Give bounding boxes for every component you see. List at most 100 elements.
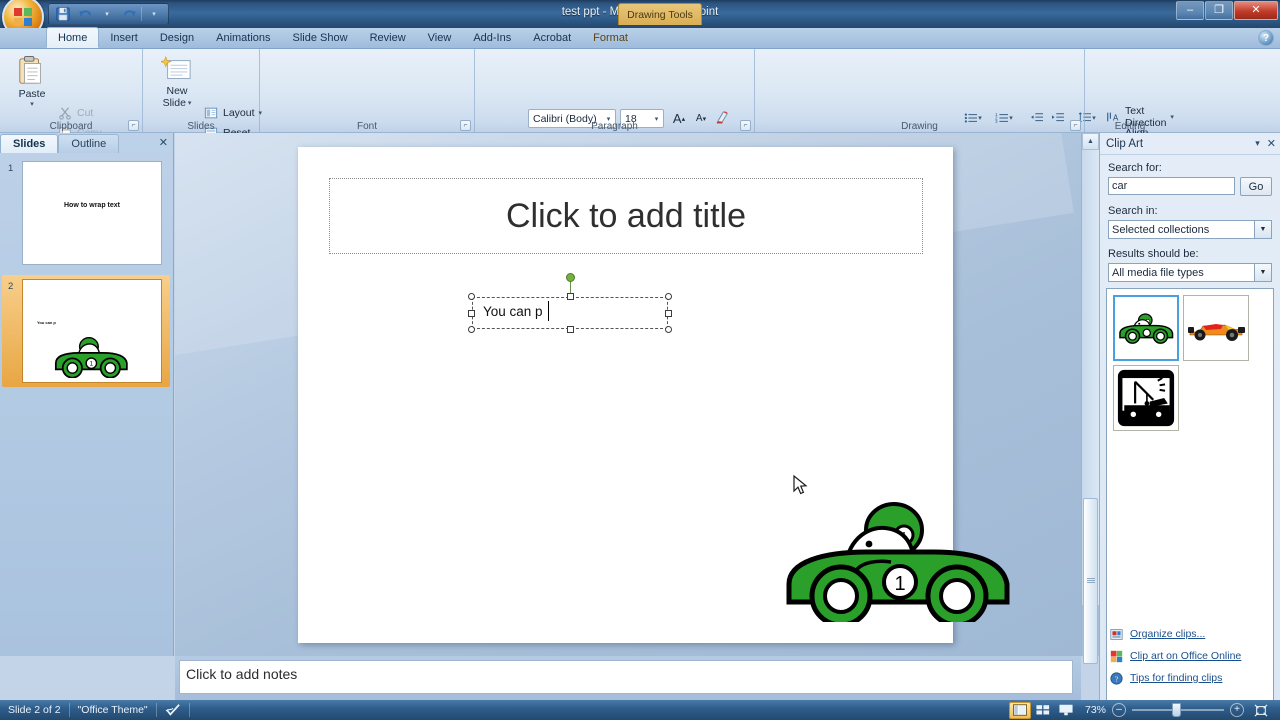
new-slide-button[interactable]: New Slide ▾ [153, 55, 201, 109]
tips-for-finding-clips-link[interactable]: ? Tips for finding clips [1108, 670, 1278, 686]
office-online-icon [1108, 648, 1124, 664]
clip-art-title: Clip Art [1106, 137, 1144, 150]
search-input[interactable]: car [1108, 177, 1235, 195]
customize-quick-access-icon[interactable]: ▾ [144, 5, 164, 23]
resize-handle-se[interactable] [665, 326, 672, 333]
tab-outline-view[interactable]: Outline [58, 134, 120, 153]
scrollbar-thumb[interactable] [1083, 498, 1098, 664]
slide-canvas[interactable]: Click to add title You can p 1 [298, 147, 1010, 643]
normal-view-button[interactable] [1008, 701, 1031, 719]
undo-icon[interactable] [75, 5, 95, 23]
go-button[interactable]: Go [1240, 177, 1272, 196]
slide-show-button[interactable] [1055, 702, 1077, 719]
zoom-out-button[interactable]: – [1112, 703, 1126, 717]
tab-slide-show[interactable]: Slide Show [282, 27, 359, 48]
resize-handle-sw[interactable] [468, 326, 475, 333]
slide-thumbnail-2[interactable]: 2 You can p 1 [2, 275, 170, 387]
close-pane-icon[interactable]: ✕ [159, 136, 168, 149]
resize-handle-w[interactable] [468, 310, 475, 317]
title-placeholder-text: Click to add title [506, 196, 746, 235]
clip-result-tow-truck[interactable] [1113, 365, 1179, 431]
drawing-dialog-launcher[interactable]: ⌐ [1070, 120, 1081, 131]
notes-placeholder-text: Click to add notes [186, 666, 298, 682]
tab-home[interactable]: Home [46, 27, 100, 48]
resize-handle-e[interactable] [665, 310, 672, 317]
paste-dropdown-icon[interactable]: ▾ [30, 100, 34, 108]
clip-result-orange-formula-car[interactable] [1183, 295, 1249, 361]
help-icon[interactable]: ? [1258, 30, 1274, 46]
new-slide-label-2: Slide [162, 97, 186, 109]
resize-handle-s[interactable] [567, 326, 574, 333]
paragraph-group-title: Paragraph [591, 121, 638, 132]
selected-text-box[interactable]: You can p [468, 273, 672, 333]
new-slide-dropdown-icon[interactable]: ▾ [188, 99, 192, 107]
spellcheck-status-icon[interactable] [157, 700, 189, 720]
results-should-be-label: Results should be: [1108, 248, 1199, 260]
status-bar: Slide 2 of 2 "Office Theme" 73% – + [0, 700, 1280, 720]
slide-editing-area: Click to add title You can p 1 [175, 133, 1099, 656]
theme-status[interactable]: "Office Theme" [70, 700, 156, 720]
results-type-select[interactable]: All media file types ▼ [1108, 263, 1272, 282]
tips-label: Tips for finding clips [1130, 672, 1223, 684]
clip-art-header: Clip Art ▾ ✕ [1100, 133, 1280, 155]
zoom-in-button[interactable]: + [1230, 703, 1244, 717]
slide-sorter-button[interactable] [1032, 702, 1054, 719]
minimize-button[interactable]: – [1176, 1, 1204, 20]
slide-number-1: 1 [8, 163, 14, 174]
paragraph-dialog-launcher[interactable]: ⌐ [740, 120, 751, 131]
search-in-label: Search in: [1108, 205, 1158, 217]
title-bar: ▾ ▾ test ppt - Microsoft PowerPoint Draw… [0, 0, 1280, 38]
paste-button[interactable]: Paste ▾ [8, 55, 56, 108]
zoom-slider-thumb[interactable] [1172, 703, 1181, 717]
resize-handle-n[interactable] [567, 293, 574, 300]
tab-view[interactable]: View [417, 27, 463, 48]
tips-icon: ? [1108, 670, 1124, 686]
slide-thumbnail-image-2: You can p 1 [22, 279, 162, 383]
clip-result-green-race-car[interactable] [1113, 295, 1179, 361]
search-in-select[interactable]: Selected collections ▼ [1108, 220, 1272, 239]
save-icon[interactable] [53, 5, 73, 23]
view-buttons [1008, 701, 1077, 719]
notes-placeholder[interactable]: Click to add notes [179, 660, 1073, 694]
ribbon-group-clipboard: Paste ▾ Cut Clipboard ⌐ [0, 49, 143, 169]
fit-slide-to-window-button[interactable] [1250, 702, 1272, 719]
clip-art-task-pane: Clip Art ▾ ✕ Search for: car Go Search i… [1099, 133, 1280, 720]
scrollbar-track[interactable] [1082, 150, 1099, 664]
organize-clips-link[interactable]: Organize clips... [1108, 626, 1278, 642]
svg-text:?: ? [1114, 674, 1117, 683]
tab-add-ins[interactable]: Add-Ins [462, 27, 522, 48]
clip-art-office-online-link[interactable]: Clip art on Office Online [1108, 648, 1278, 664]
layout-button[interactable]: Layout ▾ [203, 105, 262, 121]
rotation-handle[interactable] [566, 273, 575, 282]
tab-animations[interactable]: Animations [205, 27, 281, 48]
redo-icon[interactable] [119, 5, 139, 23]
close-task-pane-icon[interactable]: ✕ [1267, 137, 1276, 150]
zoom-slider[interactable] [1132, 703, 1224, 717]
tab-slides-thumbnails[interactable]: Slides [0, 134, 59, 153]
slide-vertical-scrollbar[interactable]: ▲ ▼ ⬆ ⬇ [1081, 133, 1099, 664]
search-in-dropdown-icon[interactable]: ▼ [1254, 221, 1271, 238]
title-placeholder[interactable]: Click to add title [329, 178, 923, 254]
maximize-button[interactable]: ❐ [1205, 1, 1233, 20]
font-dialog-launcher[interactable]: ⌐ [460, 120, 471, 131]
tab-design[interactable]: Design [149, 27, 205, 48]
resize-handle-nw[interactable] [468, 293, 475, 300]
tab-acrobat[interactable]: Acrobat [522, 27, 582, 48]
task-pane-menu-icon[interactable]: ▾ [1255, 138, 1260, 149]
close-button[interactable]: ✕ [1234, 1, 1278, 20]
tab-insert[interactable]: Insert [99, 27, 149, 48]
slide-1-title-text: How to wrap text [63, 202, 120, 209]
clipboard-dialog-launcher[interactable]: ⌐ [128, 120, 139, 131]
ribbon-group-drawing: A ▲ ▼ ≡ [755, 49, 1085, 133]
slide-thumbnail-1[interactable]: 1 How to wrap text [2, 157, 170, 269]
resize-handle-ne[interactable] [665, 293, 672, 300]
tab-format[interactable]: Format [582, 27, 639, 48]
race-car-clipart[interactable]: 1 1 [781, 502, 1013, 622]
cut-button[interactable]: Cut [57, 105, 93, 121]
scroll-up-button[interactable]: ▲ [1082, 133, 1099, 150]
slide-count-status[interactable]: Slide 2 of 2 [0, 700, 69, 720]
results-type-dropdown-icon[interactable]: ▼ [1254, 264, 1271, 281]
zoom-level-label[interactable]: 73% [1085, 704, 1106, 716]
tab-review[interactable]: Review [359, 27, 417, 48]
undo-dropdown-icon[interactable]: ▾ [97, 5, 117, 23]
